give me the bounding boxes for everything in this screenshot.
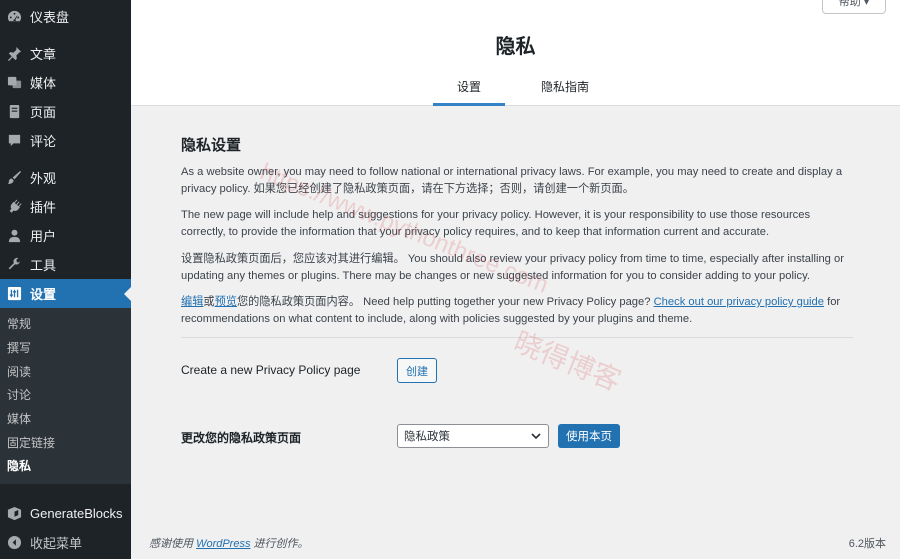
menu-generateblocks[interactable]: GenerateBlocks bbox=[0, 499, 131, 528]
divider bbox=[181, 337, 853, 338]
footer-thanks: 感谢使用 WordPress 进行创作。 bbox=[149, 535, 309, 551]
submenu-writing[interactable]: 撰写 bbox=[0, 336, 131, 360]
footer-thanks-prefix: 感谢使用 bbox=[149, 538, 193, 550]
menu-plugins[interactable]: 插件 bbox=[0, 192, 131, 221]
page-header: 帮助 ▾ 隐私 设置 隐私指南 bbox=[131, 0, 900, 106]
tab-settings[interactable]: 设置 bbox=[433, 72, 505, 106]
menu-media[interactable]: 媒体 bbox=[0, 68, 131, 97]
privacy-page-select[interactable]: 隐私政策 bbox=[397, 424, 549, 448]
menu-pages[interactable]: 页面 bbox=[0, 97, 131, 126]
page-icon bbox=[6, 104, 22, 120]
menu-tools[interactable]: 工具 bbox=[0, 250, 131, 279]
media-icon bbox=[6, 75, 22, 91]
menu-label: 收起菜单 bbox=[30, 535, 83, 551]
menu-users[interactable]: 用户 bbox=[0, 221, 131, 250]
menu-label: 评论 bbox=[30, 134, 57, 149]
chevron-down-icon bbox=[530, 430, 542, 445]
use-this-page-button[interactable]: 使用本页 bbox=[558, 424, 620, 448]
menu-label: 文章 bbox=[30, 47, 57, 62]
menu-label: 插件 bbox=[30, 200, 57, 215]
preview-link[interactable]: 预览 bbox=[215, 296, 237, 308]
change-page-label: 更改您的隐私政策页面 bbox=[181, 431, 302, 445]
create-button[interactable]: 创建 bbox=[397, 358, 437, 383]
menu-settings[interactable]: 设置 bbox=[0, 279, 131, 308]
menu-appearance[interactable]: 外观 bbox=[0, 163, 131, 192]
generateblocks-icon bbox=[6, 505, 22, 521]
intro-paragraph: As a website owner, you may need to foll… bbox=[181, 166, 843, 195]
tab-privacy-guide[interactable]: 隐私指南 bbox=[529, 72, 601, 106]
menu-dashboard[interactable]: 仪表盘 bbox=[0, 2, 131, 31]
select-value: 隐私政策 bbox=[404, 431, 450, 443]
page-title: 隐私 bbox=[495, 36, 536, 58]
user-icon bbox=[6, 228, 22, 244]
edit-link[interactable]: 编辑 bbox=[181, 296, 203, 308]
create-page-label: Create a new Privacy Policy page bbox=[181, 363, 361, 377]
menu-label: 工具 bbox=[30, 258, 57, 273]
or-text: 或 bbox=[203, 296, 215, 308]
footer-version: 6.2版本 bbox=[848, 538, 886, 550]
review-paragraph: 设置隐私政策页面后，您应该对其进行编辑。 You should also rev… bbox=[181, 253, 844, 282]
collapse-icon bbox=[6, 534, 22, 550]
footer-thanks-suffix: 进行创作。 bbox=[253, 538, 309, 550]
menu-label: GenerateBlocks bbox=[30, 505, 123, 521]
submenu-reading[interactable]: 阅读 bbox=[0, 359, 131, 383]
brush-icon bbox=[6, 170, 22, 186]
submenu-general[interactable]: 常规 bbox=[0, 312, 131, 336]
submenu-privacy[interactable]: 隐私 bbox=[0, 454, 131, 478]
help-paragraph: The new page will include help and sugge… bbox=[181, 209, 811, 238]
menu-comments[interactable]: 评论 bbox=[0, 126, 131, 155]
menu-label: 用户 bbox=[30, 229, 57, 244]
submenu-permalinks[interactable]: 固定链接 bbox=[0, 430, 131, 454]
collapse-menu-button[interactable]: 收起菜单 bbox=[0, 528, 131, 557]
menu-label: 页面 bbox=[30, 105, 57, 120]
privacy-guide-link[interactable]: Check out our privacy policy guide bbox=[654, 296, 824, 308]
menu-label: 媒体 bbox=[30, 76, 57, 91]
pushpin-icon bbox=[6, 46, 22, 62]
menu-label: 外观 bbox=[30, 171, 57, 186]
wordpress-link[interactable]: WordPress bbox=[196, 538, 250, 550]
edit-paragraph: 编辑或预览您的隐私政策页面内容。 Need help putting toget… bbox=[181, 294, 853, 328]
section-title: 隐私设置 bbox=[181, 137, 242, 154]
comment-icon bbox=[6, 133, 22, 149]
menu-label: 仪表盘 bbox=[30, 10, 70, 25]
submenu-discussion[interactable]: 讨论 bbox=[0, 383, 131, 407]
menu-posts[interactable]: 文章 bbox=[0, 39, 131, 68]
submenu-media[interactable]: 媒体 bbox=[0, 407, 131, 431]
settings-submenu: 常规 撰写 阅读 讨论 媒体 固定链接 隐私 bbox=[0, 308, 131, 484]
wrench-icon bbox=[6, 257, 22, 273]
plugin-icon bbox=[6, 199, 22, 215]
menu-label: 设置 bbox=[30, 287, 57, 302]
settings-icon bbox=[6, 286, 22, 302]
help-button[interactable]: 帮助 ▾ bbox=[822, 0, 886, 14]
dashboard-icon bbox=[6, 9, 22, 25]
admin-sidebar: 仪表盘 文章 媒体 页面 评论 外观 插件 用户 工具 设置 常规 撰写 阅读 … bbox=[0, 0, 131, 559]
watermark-name: 晓得博客 bbox=[509, 326, 626, 397]
edit-text: 您的隐私政策页面内容。 Need help putting together y… bbox=[236, 296, 654, 308]
